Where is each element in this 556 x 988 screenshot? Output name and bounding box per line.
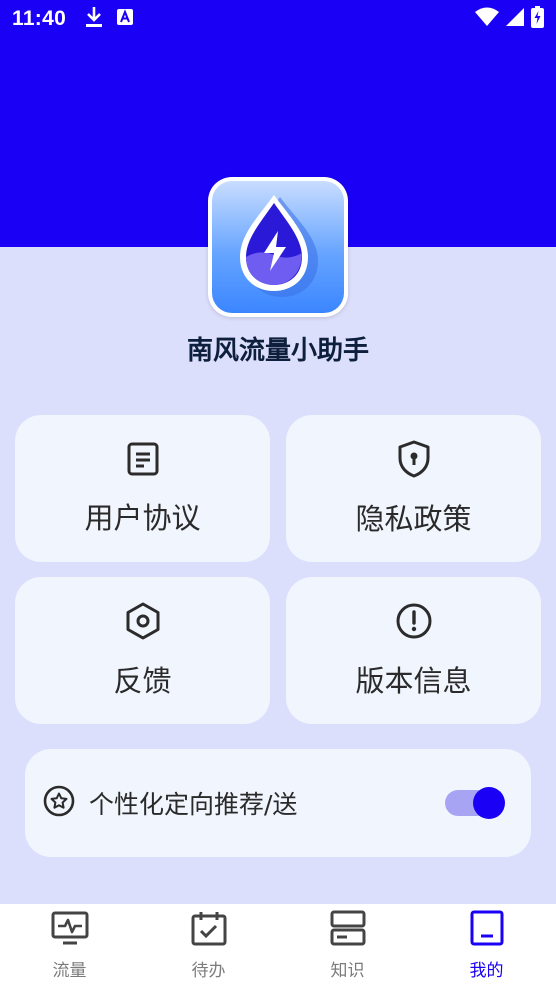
feedback-card[interactable]: 反馈 xyxy=(15,577,270,724)
monitor-pulse-icon xyxy=(51,910,89,950)
nav-label: 我的 xyxy=(469,961,504,981)
nav-label: 待办 xyxy=(191,961,226,981)
toggle-knob xyxy=(473,787,505,819)
signal-icon xyxy=(505,7,525,31)
card-label: 版本信息 xyxy=(355,663,472,698)
document-icon xyxy=(125,441,161,481)
app-logo xyxy=(208,177,348,317)
hexagon-nut-icon xyxy=(124,602,162,644)
card-label: 用户协议 xyxy=(84,500,201,535)
nav-item-traffic[interactable]: 流量 xyxy=(0,904,139,988)
tablet-icon xyxy=(468,910,506,950)
nav-item-mine[interactable]: 我的 xyxy=(417,904,556,988)
water-drop-lightning-icon xyxy=(230,191,326,303)
app-name: 南风流量小助手 xyxy=(186,336,369,366)
battery-icon xyxy=(531,6,544,32)
star-circle-icon xyxy=(43,785,75,821)
personalization-row: 个性化定向推荐/送 xyxy=(25,749,531,857)
nav-label: 流量 xyxy=(52,961,87,981)
card-label: 隐私政策 xyxy=(355,501,472,536)
server-icon xyxy=(329,910,367,950)
card-label: 反馈 xyxy=(113,663,172,698)
download-icon xyxy=(84,6,104,32)
version-info-card[interactable]: 版本信息 xyxy=(286,577,541,724)
shield-lock-icon xyxy=(396,440,432,482)
calendar-check-icon xyxy=(190,910,228,950)
nav-item-todo[interactable]: 待办 xyxy=(139,904,278,988)
personalization-label: 个性化定向推荐/送 xyxy=(89,790,298,819)
user-agreement-card[interactable]: 用户协议 xyxy=(15,415,270,562)
wifi-icon xyxy=(475,7,499,31)
bottom-nav: 流量 待办 知识 我的 xyxy=(0,904,556,988)
nav-item-knowledge[interactable]: 知识 xyxy=(278,904,417,988)
privacy-policy-card[interactable]: 隐私政策 xyxy=(286,415,541,562)
a-box-icon xyxy=(116,8,134,30)
personalization-toggle[interactable] xyxy=(445,787,505,819)
nav-label: 知识 xyxy=(330,961,365,981)
exclamation-circle-icon xyxy=(395,602,433,644)
status-bar: 11:40 xyxy=(0,0,556,38)
status-time: 11:40 xyxy=(12,7,67,30)
